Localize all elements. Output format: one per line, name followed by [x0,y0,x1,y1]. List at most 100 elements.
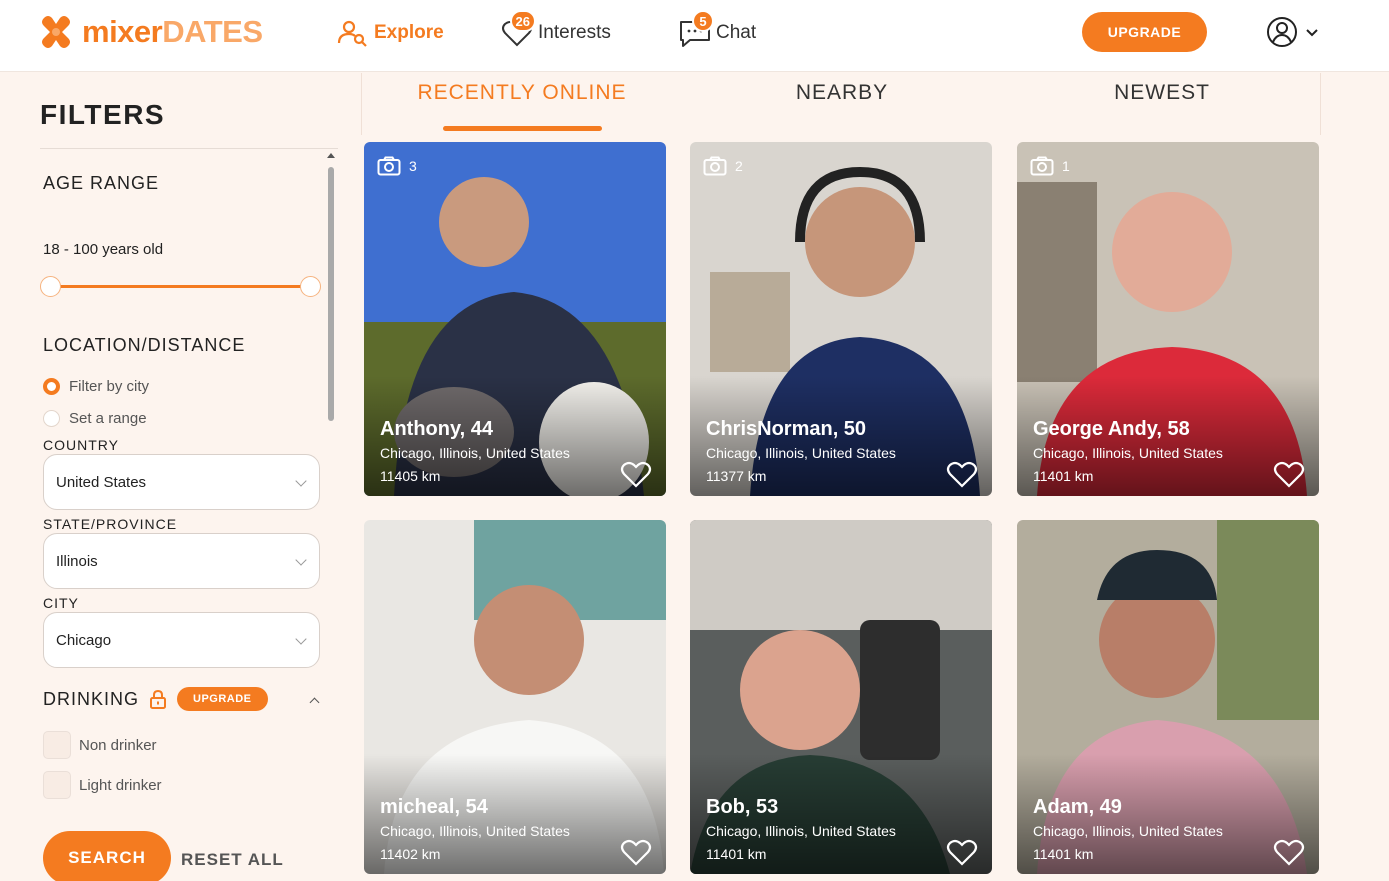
state-select[interactable]: Illinois [43,533,320,589]
like-heart-icon[interactable] [620,459,652,489]
drinking-title: DRINKING [43,688,140,709]
light-drinker-checkbox[interactable]: Light drinker [43,771,162,799]
profile-location: Chicago, Illinois, United States [1033,823,1223,839]
tab-recently-online[interactable]: RECENTLY ONLINE [362,81,682,105]
chevron-up-icon[interactable] [309,697,320,708]
like-heart-icon[interactable] [1273,459,1305,489]
set-range-label: Set a range [69,410,147,427]
profile-distance: 11401 km [1033,846,1094,862]
country-value: United States [56,473,147,491]
city-label: CITY [43,595,79,611]
nav-interests[interactable]: 26 Interests [500,10,611,48]
city-value: Chicago [56,631,112,649]
like-heart-icon[interactable] [1273,837,1305,867]
camera-icon [377,156,401,176]
heart-icon: 26 [500,10,536,48]
active-tab-indicator [443,126,602,131]
state-label: STATE/PROVINCE [43,516,178,532]
profile-distance: 11401 km [706,846,767,862]
state-value: Illinois [56,552,98,570]
nav-explore[interactable]: Explore [336,18,444,48]
tab-nearby[interactable]: NEARBY [682,81,1002,105]
photo-count: 3 [377,156,417,176]
nav-explore-label: Explore [374,22,444,43]
profile-name: Adam, 49 [1033,796,1122,818]
profile-name: George Andy, 58 [1033,418,1190,440]
age-min-handle[interactable] [40,276,61,297]
scroll-thumb[interactable] [328,167,334,421]
filter-by-city-radio[interactable]: Filter by city [43,378,149,395]
user-circle-icon [1267,17,1297,47]
non-drinker-label: Non drinker [79,736,157,754]
age-range-slider[interactable] [50,285,312,288]
profile-name: ChrisNorman, 50 [706,418,867,440]
chat-badge: 5 [692,10,714,32]
radio-unchecked-icon [43,410,60,427]
profile-distance: 11405 km [380,468,441,484]
like-heart-icon[interactable] [620,837,652,867]
chat-icon: 5 [678,10,714,48]
age-max-handle[interactable] [300,276,321,297]
interests-badge: 26 [509,10,536,32]
profile-name: Bob, 53 [706,796,779,818]
divider [40,148,338,149]
profile-distance: 11402 km [380,846,441,862]
search-button[interactable]: SEARCH [43,831,171,881]
profile-distance: 11401 km [1033,468,1094,484]
city-select[interactable]: Chicago [43,612,320,668]
profile-name: Anthony, 44 [380,418,493,440]
checkbox-box [43,731,71,759]
scroll-up-arrow-icon[interactable] [327,153,335,158]
like-heart-icon[interactable] [946,459,978,489]
camera-icon [1030,156,1054,176]
chevron-down-icon [1306,29,1318,37]
chevron-down-icon [295,475,307,487]
photo-count-value: 1 [1062,158,1070,174]
country-label: COUNTRY [43,437,119,453]
profile-card[interactable]: Adam, 49 Chicago, Illinois, United State… [1017,520,1319,874]
drinking-header[interactable]: DRINKING UPGRADE [43,687,268,711]
chevron-down-icon [295,554,307,566]
logo-text: mixerDATES [82,14,263,49]
tab-newest[interactable]: NEWEST [1002,81,1322,105]
photo-count-value: 3 [409,158,417,174]
drinking-upgrade-button[interactable]: UPGRADE [177,687,268,711]
top-header: mixerDATES Explore 26 Interests 5 Chat U… [0,0,1389,72]
lock-icon [150,689,167,709]
nav-chat[interactable]: 5 Chat [678,10,757,48]
filters-sidebar: FILTERS AGE RANGE 18 - 100 years old LOC… [0,73,340,881]
radio-checked-icon [43,378,60,395]
chevron-down-icon [295,633,307,645]
upgrade-button[interactable]: UPGRADE [1082,12,1207,52]
non-drinker-checkbox[interactable]: Non drinker [43,731,157,759]
logo-x-icon [38,14,74,50]
location-title: LOCATION/DISTANCE [43,335,246,355]
profile-location: Chicago, Illinois, United States [1033,445,1223,461]
filter-by-city-label: Filter by city [69,378,150,395]
checkbox-box [43,771,71,799]
set-range-radio[interactable]: Set a range [43,410,147,427]
photo-count: 1 [1030,156,1070,176]
photo-count-value: 2 [735,158,743,174]
nav-interests-label: Interests [538,22,611,43]
country-select[interactable]: United States [43,454,320,510]
profile-card[interactable]: 2 ChrisNorman, 50 Chicago, Illinois, Uni… [690,142,992,496]
profile-card[interactable]: 3 Anthony, 44 Chicago, Illinois, United … [364,142,666,496]
profile-location: Chicago, Illinois, United States [380,823,570,839]
filters-title: FILTERS [40,99,166,130]
profile-card[interactable]: micheal, 54 Chicago, Illinois, United St… [364,520,666,874]
nav-chat-label: Chat [716,22,757,43]
profile-location: Chicago, Illinois, United States [706,445,896,461]
profile-card[interactable]: 1 George Andy, 58 Chicago, Illinois, Uni… [1017,142,1319,496]
profile-card[interactable]: Bob, 53 Chicago, Illinois, United States… [690,520,992,874]
sidebar-scrollbar[interactable] [326,153,336,881]
photo-count: 2 [703,156,743,176]
profile-distance: 11377 km [706,468,767,484]
like-heart-icon[interactable] [946,837,978,867]
profile-location: Chicago, Illinois, United States [706,823,896,839]
account-menu[interactable] [1266,16,1320,48]
profile-location: Chicago, Illinois, United States [380,445,570,461]
logo[interactable]: mixerDATES [38,14,263,50]
age-range-title: AGE RANGE [43,173,160,193]
reset-all-button[interactable]: RESET ALL [181,850,284,870]
